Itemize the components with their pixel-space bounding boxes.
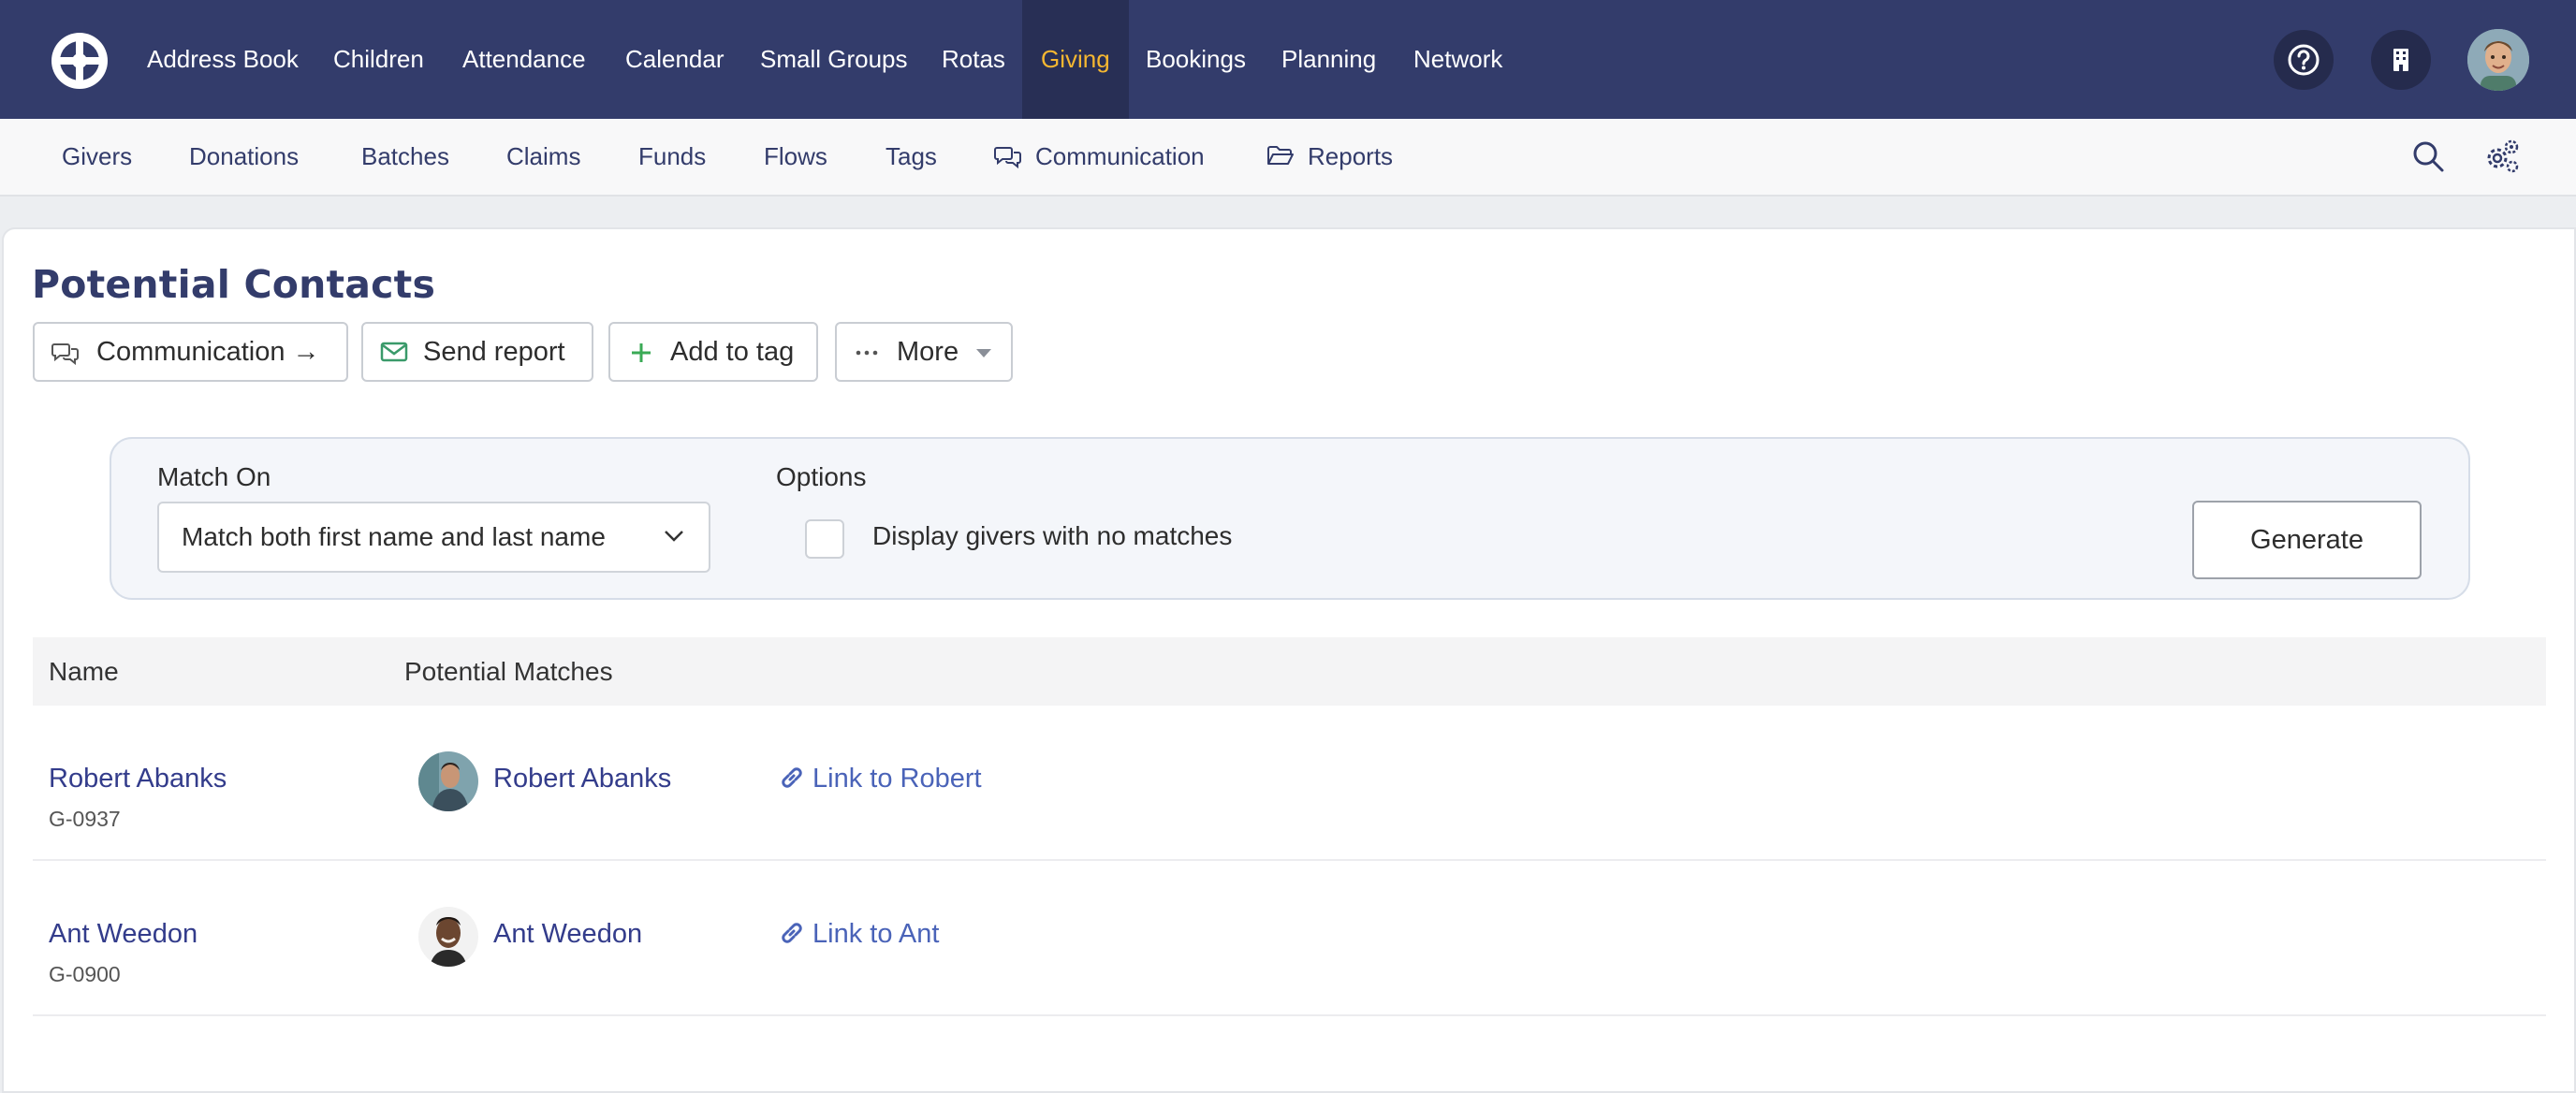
- subnav-item-batches[interactable]: Batches: [361, 119, 449, 195]
- match-name-link[interactable]: Robert Abanks: [493, 764, 671, 794]
- add-to-tag-button-label: Add to tag: [670, 337, 795, 367]
- subnav-item-tags[interactable]: Tags: [886, 119, 937, 195]
- match-on-select[interactable]: Match both first name and last name: [157, 502, 710, 573]
- subnav-item-communication[interactable]: Communication: [994, 119, 1205, 195]
- top-navigation: Address Book Children Attendance Calenda…: [0, 0, 2576, 119]
- plus-icon: [632, 343, 651, 362]
- chat-icon: [994, 147, 1021, 169]
- link-contact-button[interactable]: Link to Ant: [779, 919, 939, 950]
- link-contact-button[interactable]: Link to Robert: [779, 764, 982, 794]
- display-no-matches-checkbox[interactable]: [805, 519, 844, 559]
- topnav-item-network[interactable]: Network: [1413, 0, 1502, 119]
- ellipsis-icon: [856, 350, 878, 356]
- subnav-item-claims[interactable]: Claims: [506, 119, 580, 195]
- generate-button[interactable]: Generate: [2192, 501, 2422, 579]
- match-on-label: Match On: [157, 462, 271, 491]
- subnav-item-givers[interactable]: Givers: [62, 119, 132, 195]
- communication-button-label: Communication →: [96, 337, 320, 367]
- chat-icon: [51, 343, 79, 365]
- column-header-name[interactable]: Name: [49, 637, 119, 706]
- topnav-item-giving[interactable]: Giving: [1022, 0, 1129, 119]
- subnav-item-reports[interactable]: Reports: [1266, 119, 1393, 195]
- match-avatar: [418, 751, 478, 811]
- giver-name-link[interactable]: Robert Abanks: [49, 764, 227, 794]
- topnav-item-attendance[interactable]: Attendance: [462, 0, 586, 119]
- subnav-item-communication-label: Communication: [1035, 142, 1205, 170]
- table-header: Name Potential Matches: [33, 637, 2546, 706]
- topnav-item-children[interactable]: Children: [333, 0, 424, 119]
- caret-down-icon: [976, 349, 991, 357]
- communication-button[interactable]: Communication →: [33, 322, 348, 382]
- table-row: Robert Abanks G-0937 Robert Abanks Link …: [33, 706, 2546, 861]
- search-icon[interactable]: [2409, 138, 2447, 175]
- subnav-item-donations[interactable]: Donations: [189, 119, 299, 195]
- topnav-item-rotas[interactable]: Rotas: [942, 0, 1005, 119]
- subnav-item-flows[interactable]: Flows: [764, 119, 827, 195]
- giver-code: G-0937: [49, 807, 121, 831]
- match-avatar: [418, 907, 478, 967]
- page-title: Potential Contacts: [32, 262, 436, 307]
- match-name-link[interactable]: Ant Weedon: [493, 919, 642, 950]
- giving-subnavigation: Givers Donations Batches Claims Funds Fl…: [0, 119, 2576, 197]
- display-no-matches-label[interactable]: Display givers with no matches: [872, 521, 1232, 551]
- topnav-item-bookings[interactable]: Bookings: [1146, 0, 1246, 119]
- link-contact-label: Link to Robert: [812, 764, 982, 794]
- link-icon: [782, 923, 802, 944]
- organisation-button[interactable]: [2371, 30, 2431, 90]
- giver-code: G-0900: [49, 962, 121, 986]
- wheel-logo-icon[interactable]: [49, 30, 110, 92]
- column-header-potential-matches: Potential Matches: [404, 657, 613, 686]
- building-icon: [2393, 49, 2408, 71]
- table-row: Ant Weedon G-0900 Ant Weedon Link to Ant: [33, 861, 2546, 1016]
- settings-icon[interactable]: [2483, 138, 2521, 175]
- help-button[interactable]: [2274, 30, 2334, 90]
- user-avatar[interactable]: [2467, 29, 2529, 91]
- send-report-button-label: Send report: [423, 337, 565, 367]
- giver-name-link[interactable]: Ant Weedon: [49, 919, 198, 950]
- link-icon: [782, 767, 802, 789]
- help-icon: [2288, 44, 2320, 76]
- options-label: Options: [776, 462, 867, 491]
- more-button[interactable]: More: [835, 322, 1013, 382]
- topnav-item-address-book[interactable]: Address Book: [147, 0, 299, 119]
- send-report-button[interactable]: Send report: [361, 322, 593, 382]
- subnav-item-reports-label: Reports: [1308, 142, 1394, 170]
- topnav-item-calendar[interactable]: Calendar: [625, 0, 724, 119]
- more-button-label: More: [897, 337, 959, 367]
- add-to-tag-button[interactable]: Add to tag: [608, 322, 818, 382]
- link-contact-label: Link to Ant: [812, 919, 940, 949]
- folder-icon: [1267, 146, 1294, 166]
- match-on-select-value: Match both first name and last name: [182, 522, 606, 551]
- topnav-item-small-groups[interactable]: Small Groups: [760, 0, 908, 119]
- chevron-down-icon: [665, 531, 683, 542]
- envelope-icon: [380, 342, 408, 362]
- subnav-item-funds[interactable]: Funds: [638, 119, 706, 195]
- topnav-item-planning[interactable]: Planning: [1281, 0, 1376, 119]
